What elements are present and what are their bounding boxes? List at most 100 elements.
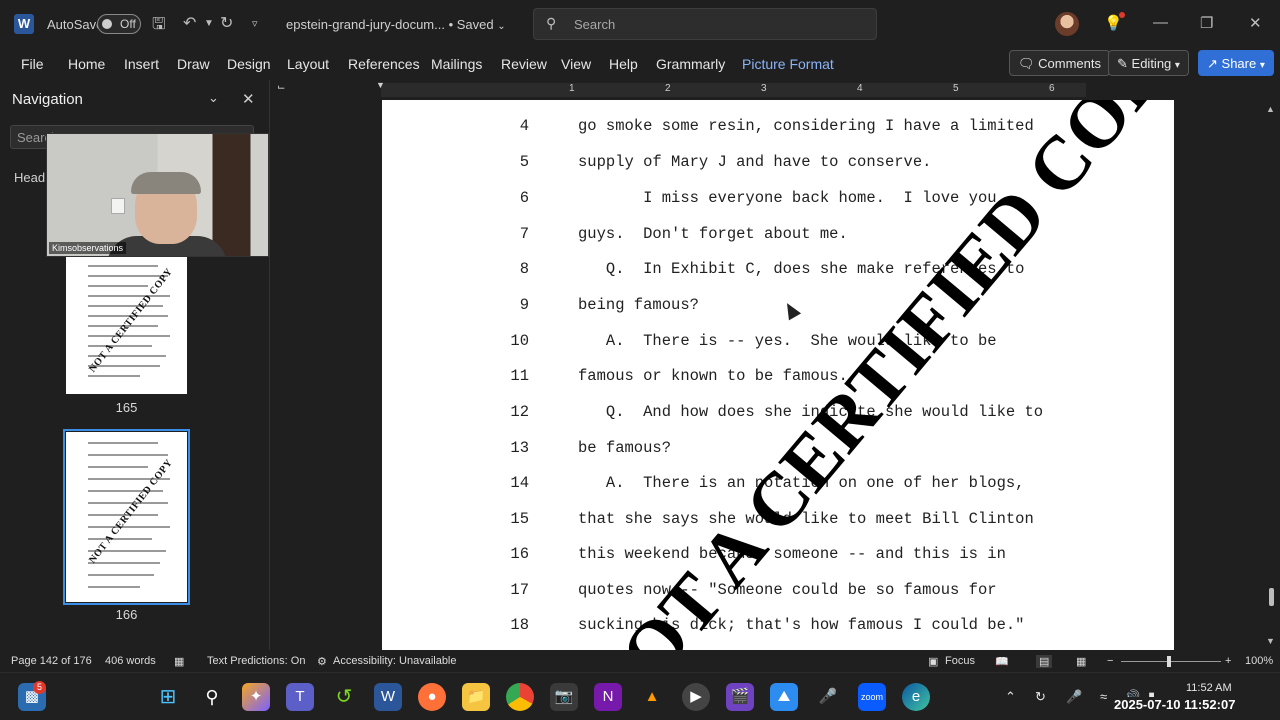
tab-mailings[interactable]: Mailings <box>431 56 482 72</box>
zoom-app-icon[interactable]: zoom <box>858 683 886 711</box>
page-thumbnail-165[interactable]: NOT A CERTIFIED COPY <box>66 257 187 394</box>
zoom-level[interactable]: 100% <box>1245 655 1273 667</box>
line-number: 10 <box>510 332 529 350</box>
wall-plate <box>111 198 125 214</box>
microphone-tray-icon[interactable]: 🎤 <box>1066 689 1082 705</box>
onenote-icon[interactable]: N <box>594 683 622 711</box>
copilot-icon[interactable]: ✦ <box>242 683 270 711</box>
document-line: being famous? <box>578 296 699 314</box>
minimize-icon[interactable]: — <box>1153 14 1168 31</box>
text-line <box>88 526 170 528</box>
line-number: 11 <box>510 367 529 385</box>
camera-icon[interactable]: 📷 <box>550 683 578 711</box>
page-indicator[interactable]: Page 142 of 176 <box>11 655 92 667</box>
scrollbar-thumb[interactable] <box>1269 588 1274 606</box>
horizontal-ruler[interactable]: ⌙ ▼ 1 2 3 4 5 6 <box>277 80 1263 100</box>
tab-draw[interactable]: Draw <box>177 56 210 72</box>
photos-icon[interactable]: ⛰ <box>770 683 798 711</box>
text-line <box>88 295 170 297</box>
microphone-icon[interactable]: 🎤 <box>814 683 842 711</box>
zoom-in-icon[interactable]: + <box>1225 655 1231 667</box>
close-icon[interactable]: ✕ <box>1249 14 1262 32</box>
chrome-icon[interactable] <box>506 683 534 711</box>
proofing-icon[interactable]: ▦ <box>174 655 184 668</box>
tab-insert[interactable]: Insert <box>124 56 159 72</box>
tab-home[interactable]: Home <box>68 56 105 72</box>
vertical-scrollbar[interactable]: ▲ ▼ <box>1263 100 1280 650</box>
comments-button[interactable]: 🗨 Comments <box>1009 50 1110 76</box>
start-icon[interactable]: ⊞ <box>154 683 182 711</box>
restore-icon[interactable]: ❐ <box>1200 14 1213 32</box>
web-layout-icon[interactable]: ▦ <box>1076 655 1086 668</box>
undo-icon[interactable]: ↶ <box>183 13 196 33</box>
line-number: 14 <box>510 474 529 492</box>
autosave-toggle[interactable]: Off <box>97 14 141 34</box>
tab-help[interactable]: Help <box>609 56 638 72</box>
document-area[interactable]: 4 go smoke some resin, considering I hav… <box>293 100 1263 650</box>
text-line <box>88 285 148 287</box>
avatar[interactable] <box>1055 12 1079 36</box>
indent-marker-icon[interactable]: ▼ <box>376 80 385 90</box>
text-line <box>88 538 152 540</box>
customize-toolbar-icon[interactable]: ▿ <box>252 17 258 30</box>
text-line <box>88 466 148 468</box>
tab-layout[interactable]: Layout <box>287 56 329 72</box>
tab-references[interactable]: References <box>348 56 420 72</box>
save-icon[interactable]: 🖫 <box>152 13 166 40</box>
ruler-number: 6 <box>1049 83 1055 94</box>
wifi-icon[interactable]: ≈ <box>1100 689 1107 704</box>
document-name[interactable]: epstein-grand-jury-docum... • Saved ⌄ <box>286 17 506 32</box>
document-page[interactable]: 4 go smoke some resin, considering I hav… <box>382 100 1174 650</box>
print-layout-icon[interactable]: ▤ <box>1036 655 1053 668</box>
tab-file[interactable]: File <box>21 56 44 72</box>
ruler-number: 2 <box>665 83 671 94</box>
tab-design[interactable]: Design <box>227 56 271 72</box>
text-line <box>88 502 168 504</box>
chevron-down-icon[interactable]: ⌄ <box>208 90 219 106</box>
saved-status: • Saved <box>448 17 494 32</box>
headings-tab[interactable]: Headi <box>14 170 48 185</box>
chevron-down-icon: ▾ <box>1174 60 1180 71</box>
chevron-up-icon[interactable]: ⌃ <box>1005 689 1016 705</box>
line-number: 15 <box>510 510 529 528</box>
accessibility-status[interactable]: Accessibility: Unavailable <box>333 655 457 667</box>
tab-stop-icon[interactable]: ⌙ <box>277 82 285 93</box>
focus-button[interactable]: Focus <box>945 655 975 667</box>
app-icon[interactable]: ▲ <box>638 683 666 711</box>
read-mode-icon[interactable]: 📖 <box>995 655 1009 668</box>
zoom-out-icon[interactable]: − <box>1107 655 1113 667</box>
share-button[interactable]: ↗ Share ▾ <box>1198 50 1274 76</box>
close-icon[interactable]: ✕ <box>242 90 255 108</box>
text-predictions-status[interactable]: Text Predictions: On <box>207 655 305 667</box>
line-number: 7 <box>519 225 529 243</box>
search-input[interactable]: ⚲ Search <box>533 8 877 40</box>
teams-icon[interactable]: T <box>286 683 314 711</box>
edge-icon[interactable]: e <box>902 683 930 711</box>
file-explorer-icon[interactable]: 📁 <box>462 683 490 711</box>
undo-dropdown-icon[interactable]: ▼ <box>204 18 214 29</box>
zoom-slider-thumb[interactable] <box>1167 656 1171 667</box>
word-count[interactable]: 406 words <box>105 655 156 667</box>
clock-time[interactable]: 11:52 AM <box>1186 682 1232 694</box>
editing-button[interactable]: ✎ Editing ▾ <box>1108 50 1189 76</box>
sync-icon[interactable]: ↻ <box>1035 689 1046 705</box>
tab-view[interactable]: View <box>561 56 591 72</box>
scroll-up-icon[interactable]: ▲ <box>1266 104 1275 114</box>
tab-picture-format[interactable]: Picture Format <box>742 56 834 72</box>
search-icon[interactable]: ⚲ <box>198 683 226 711</box>
text-line <box>88 345 152 347</box>
media-player-icon[interactable]: ▶ <box>682 683 710 711</box>
document-line: go smoke some resin, considering I have … <box>578 117 1034 135</box>
redo-icon[interactable]: ↻ <box>220 13 233 33</box>
tab-grammarly[interactable]: Grammarly <box>656 56 725 72</box>
recording-timestamp: 2025-07-10 11:52:07 <box>1114 697 1270 714</box>
firefox-icon[interactable]: ● <box>418 683 446 711</box>
zoom-slider[interactable] <box>1121 661 1221 662</box>
scroll-down-icon[interactable]: ▼ <box>1266 636 1275 646</box>
autosave-label: AutoSave <box>47 17 104 32</box>
clipchamp-icon[interactable]: 🎬 <box>726 683 754 711</box>
tab-review[interactable]: Review <box>501 56 547 72</box>
page-thumbnail-166[interactable]: NOT A CERTIFIED COPY <box>63 429 190 605</box>
word-icon[interactable]: W <box>374 683 402 711</box>
grammarly-icon[interactable]: ↺ <box>330 683 358 711</box>
